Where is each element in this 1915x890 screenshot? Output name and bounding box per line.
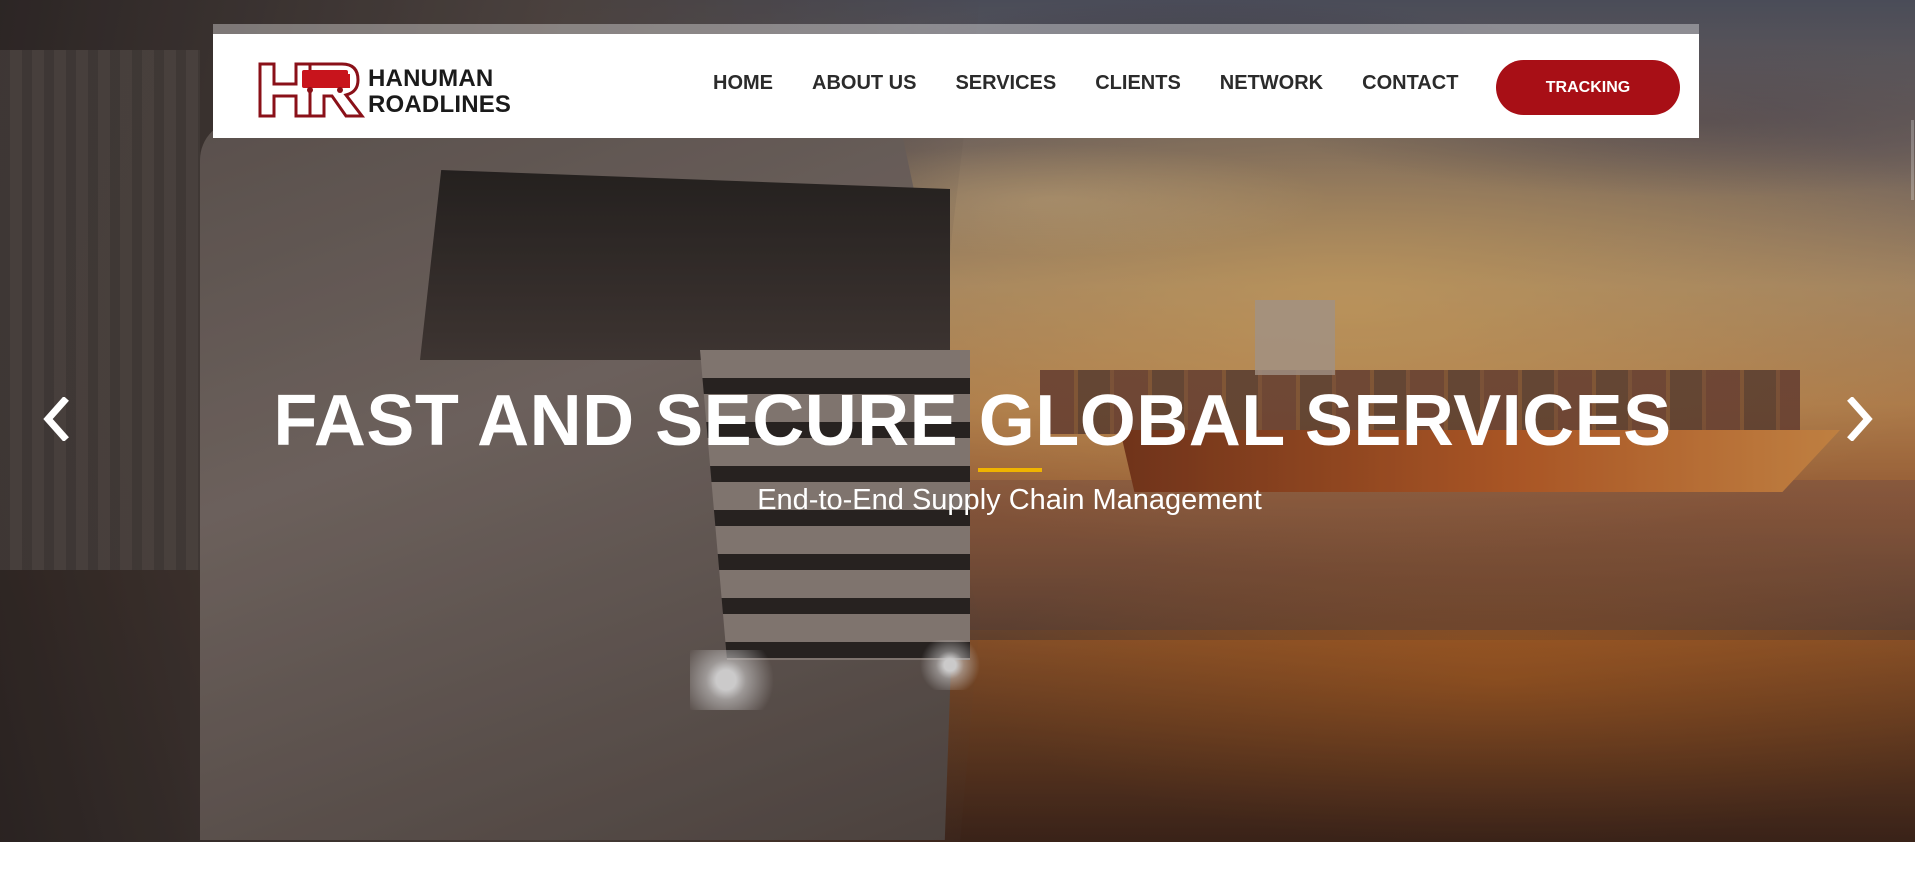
site-logo[interactable]: HANUMAN ROADLINES — [256, 62, 516, 118]
hero-title: FAST AND SECURE GLOBAL SERVICES — [273, 381, 1672, 461]
logo-mark-icon — [258, 62, 366, 118]
nav-item-services[interactable]: SERVICES — [955, 72, 1056, 102]
tracking-button[interactable]: TRACKING — [1496, 60, 1680, 115]
hero-title-divider — [978, 468, 1042, 472]
nav-item-network[interactable]: NETWORK — [1220, 72, 1323, 102]
slider-next-button[interactable] — [1840, 394, 1880, 444]
hero-subtitle: End-to-End Supply Chain Management — [757, 484, 1262, 516]
nav-item-home[interactable]: HOME — [713, 72, 773, 102]
nav-item-contact[interactable]: CONTACT — [1362, 72, 1458, 102]
nav-item-clients[interactable]: CLIENTS — [1095, 72, 1181, 102]
chevron-left-icon — [43, 397, 69, 441]
slider-prev-button[interactable] — [36, 394, 76, 444]
logo-line-2: ROADLINES — [368, 91, 512, 118]
site-header: HANUMAN ROADLINES HOME ABOUT US SERVICES… — [213, 34, 1699, 138]
logo-wordmark: HANUMAN ROADLINES — [368, 66, 511, 118]
nav-item-about-us[interactable]: ABOUT US — [812, 72, 916, 102]
logo-line-1: HANUMAN — [368, 65, 494, 92]
main-navigation: HOME ABOUT US SERVICES CLIENTS NETWORK C… — [713, 72, 1458, 102]
page-scrollbar[interactable] — [1911, 120, 1914, 200]
chevron-right-icon — [1847, 397, 1873, 441]
